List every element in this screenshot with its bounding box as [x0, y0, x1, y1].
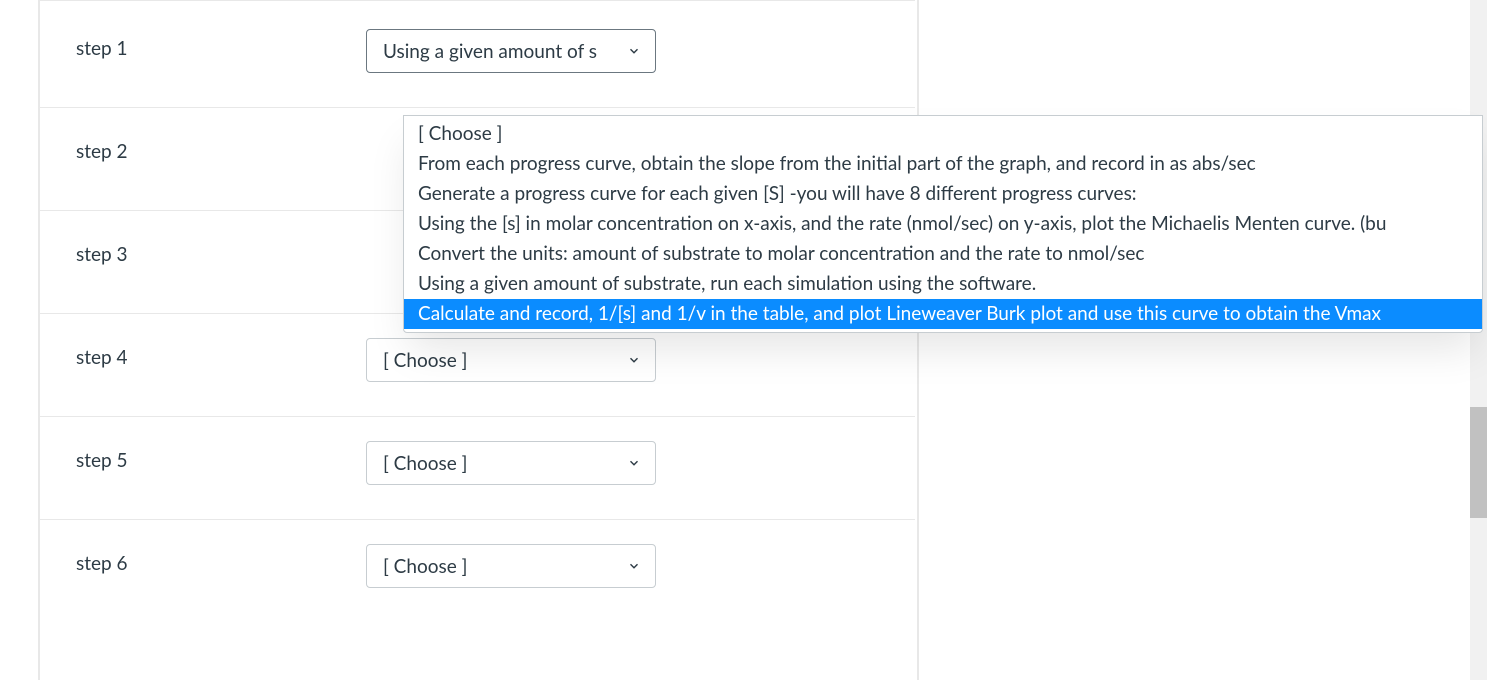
right-divider — [917, 0, 919, 680]
scrollbar-track[interactable] — [1470, 0, 1487, 680]
step-row-6: step 6 [ Choose ] — [40, 519, 915, 622]
step-4-select[interactable]: [ Choose ] — [366, 338, 656, 382]
select-wrap-5: [ Choose ] — [366, 441, 656, 485]
step-row-5: step 5 [ Choose ] — [40, 416, 915, 519]
dropdown-option[interactable]: Using the [s] in molar concentration on … — [404, 209, 1482, 239]
select-value: [ Choose ] — [383, 555, 467, 578]
select-wrap-4: [ Choose ] — [366, 338, 656, 382]
step-5-select[interactable]: [ Choose ] — [366, 441, 656, 485]
dropdown-option[interactable]: Using a given amount of substrate, run e… — [404, 269, 1482, 299]
select-value: [ Choose ] — [383, 452, 467, 475]
step-label: step 4 — [76, 338, 366, 369]
dropdown-option[interactable]: [ Choose ] — [404, 119, 1482, 149]
step-1-select[interactable]: Using a given amount of s — [366, 29, 656, 73]
step-label: step 1 — [76, 29, 366, 60]
step-label: step 2 — [76, 132, 366, 163]
step-label: step 3 — [76, 235, 366, 266]
chevron-down-icon — [627, 353, 641, 367]
step-row-1: step 1 Using a given amount of s — [40, 0, 915, 107]
select-wrap-1: Using a given amount of s — [366, 29, 656, 73]
step-1-dropdown[interactable]: [ Choose ] From each progress curve, obt… — [403, 115, 1483, 333]
step-label: step 5 — [76, 441, 366, 472]
dropdown-option[interactable]: Convert the units: amount of substrate t… — [404, 239, 1482, 269]
step-6-select[interactable]: [ Choose ] — [366, 544, 656, 588]
dropdown-option[interactable]: From each progress curve, obtain the slo… — [404, 149, 1482, 179]
dropdown-option[interactable]: Generate a progress curve for each given… — [404, 179, 1482, 209]
viewport: step 1 Using a given amount of s step 2 — [0, 0, 1487, 680]
select-value: [ Choose ] — [383, 349, 467, 372]
select-value: Using a given amount of s — [383, 40, 597, 63]
select-wrap-6: [ Choose ] — [366, 544, 656, 588]
chevron-down-icon — [627, 44, 641, 58]
chevron-down-icon — [627, 559, 641, 573]
chevron-down-icon — [627, 456, 641, 470]
dropdown-option-highlighted[interactable]: Calculate and record, 1/[s] and 1/v in t… — [404, 299, 1482, 329]
step-label: step 6 — [76, 544, 366, 575]
scrollbar-thumb[interactable] — [1470, 407, 1487, 518]
